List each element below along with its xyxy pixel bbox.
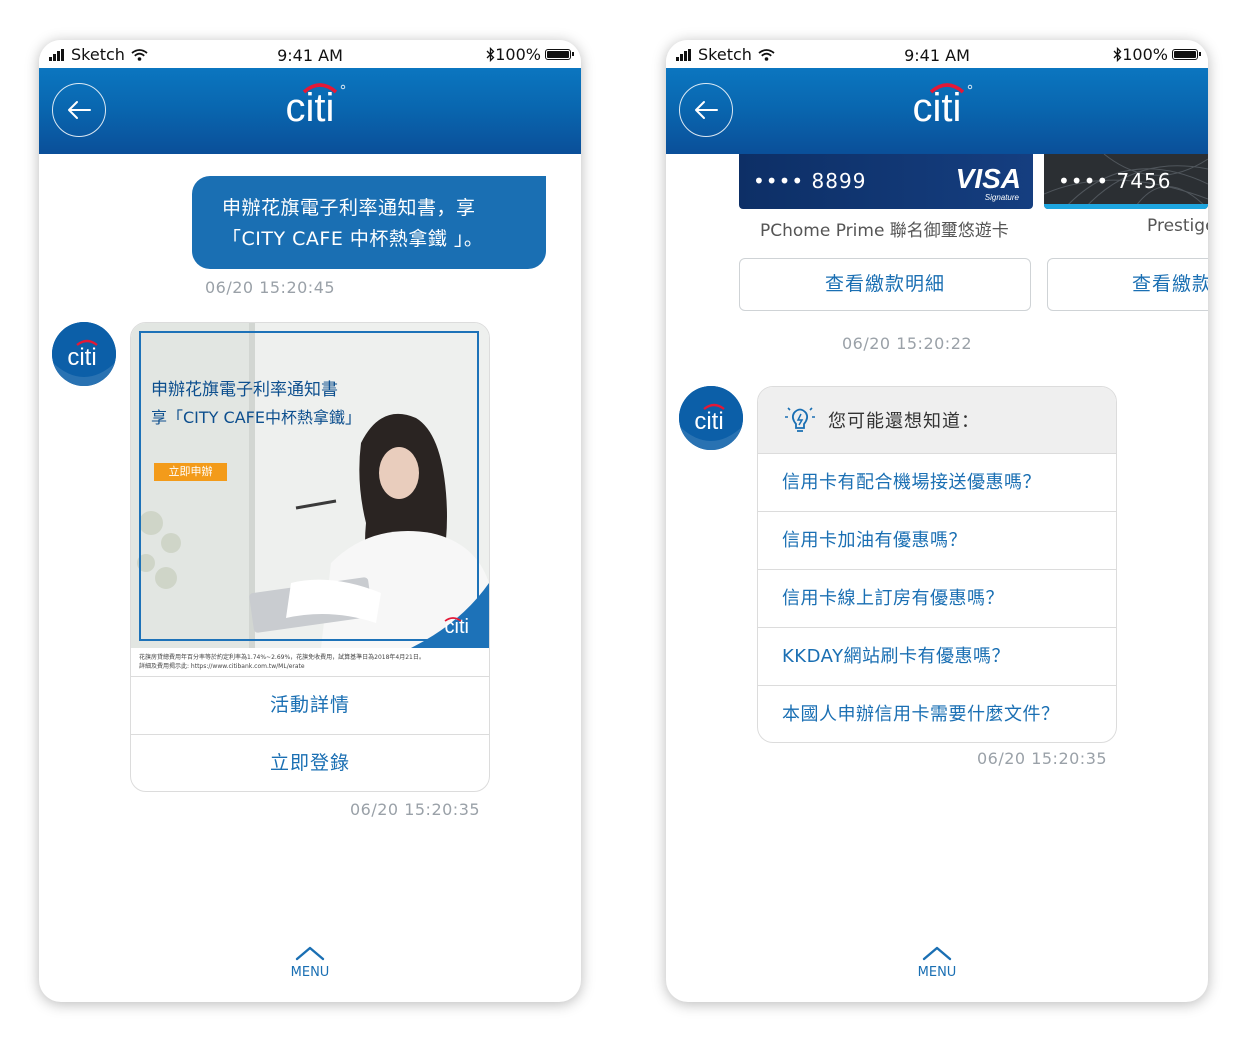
- phone-screen-right: Sketch 9:41 AM 100% citi •••• 8899 VISA …: [666, 40, 1208, 1002]
- bluetooth-icon: [1113, 47, 1122, 62]
- user-message-line1: 申辦花旗電子利率通知書，享: [222, 197, 476, 219]
- register-now-button[interactable]: 立即登錄: [131, 734, 489, 791]
- promo-headline-2: 享「CITY CAFE中杯熱拿鐵」: [151, 408, 361, 427]
- promo-timestamp: 06/20 15:20:35: [350, 800, 481, 819]
- message-timestamp: 06/20 15:20:45: [205, 278, 336, 297]
- citi-logo: citi: [913, 83, 973, 130]
- chevron-up-icon: [295, 946, 325, 961]
- app-header: citi: [666, 68, 1208, 154]
- menu-button[interactable]: MENU: [666, 945, 1208, 980]
- promo-headline-1: 申辦花旗電子利率通知書: [151, 380, 338, 400]
- view-payment-details-button[interactable]: 查看繳款明細: [1047, 258, 1208, 311]
- user-message-line2: 「CITY CAFE 中杯熱拿鐵 」。: [222, 228, 484, 250]
- promo-card: citi 申辦花旗電子利率通知書 享「CITY CAFE中杯熱拿鐵」 立即申辦 …: [130, 322, 490, 792]
- suggestions-timestamp: 06/20 15:20:35: [977, 749, 1108, 768]
- battery-icon: [545, 49, 574, 60]
- fine-print-line2: 詳細及費用揭示此: https://www.citibank.com.tw/ML…: [139, 663, 305, 670]
- card-name: PChome Prime 聯名御璽悠遊卡: [760, 221, 1009, 241]
- suggestions-card: 您可能還想知道： 信用卡有配合機場接送優惠嗎？ 信用卡加油有優惠嗎？ 信用卡線上…: [757, 386, 1117, 743]
- status-bar: Sketch 9:41 AM 100%: [39, 40, 581, 68]
- citi-avatar-logo: citi: [52, 322, 116, 386]
- app-header: citi: [39, 68, 581, 154]
- menu-button[interactable]: MENU: [39, 945, 581, 980]
- lightbulb-icon: [785, 407, 815, 432]
- citi-logo: citi: [286, 83, 346, 130]
- battery-percent: 100%: [1122, 45, 1168, 64]
- citi-avatar-logo: citi: [679, 386, 743, 450]
- visa-logo: VISA Signature: [956, 163, 1021, 202]
- suggestion-item[interactable]: 信用卡線上訂房有優惠嗎？: [758, 569, 1116, 626]
- suggestions-header: 您可能還想知道：: [758, 387, 1116, 453]
- bluetooth-icon: [486, 47, 495, 62]
- card-number: •••• 8899: [753, 169, 867, 193]
- battery-percent: 100%: [495, 45, 541, 64]
- credit-card-tile[interactable]: •••• 7456: [1044, 154, 1208, 209]
- fine-print-line1: 花旗房貸總費用年百分率等於約定利率為1.74%~2.69%，花旗免收費用，試算基…: [139, 654, 425, 661]
- credit-card-tile[interactable]: •••• 8899 VISA Signature: [739, 154, 1033, 209]
- svg-text:VISA: VISA: [956, 163, 1021, 194]
- suggestion-item[interactable]: KKDAY網站刷卡有優惠嗎？: [758, 627, 1116, 684]
- promo-fine-print: 花旗房貸總費用年百分率等於約定利率為1.74%~2.69%，花旗免收費用，試算基…: [139, 653, 479, 671]
- svg-text:citi: citi: [913, 86, 962, 130]
- menu-label: MENU: [917, 965, 957, 980]
- svg-text:citi: citi: [286, 86, 335, 130]
- suggestion-item[interactable]: 信用卡加油有優惠嗎？: [758, 511, 1116, 568]
- phone-screen-left: Sketch 9:41 AM 100% citi 申辦花旗電子利率通知書，享 「…: [39, 40, 581, 1002]
- card-number: •••• 7456: [1058, 169, 1172, 193]
- user-message-bubble: 申辦花旗電子利率通知書，享 「CITY CAFE 中杯熱拿鐵 」。: [192, 176, 546, 269]
- bot-avatar: citi: [679, 386, 743, 450]
- svg-text:citi: citi: [694, 408, 723, 435]
- suggestion-item[interactable]: 本國人申辦信用卡需要什麼文件？: [758, 685, 1116, 742]
- card-name: Prestige: [1147, 216, 1208, 236]
- svg-text:citi: citi: [67, 344, 96, 371]
- promo-image[interactable]: citi 申辦花旗電子利率通知書 享「CITY CAFE中杯熱拿鐵」 立即申辦: [131, 323, 489, 648]
- chevron-up-icon: [922, 946, 952, 961]
- status-bar: Sketch 9:41 AM 100%: [666, 40, 1208, 68]
- activity-details-button[interactable]: 活動詳情: [131, 676, 489, 734]
- view-payment-details-button[interactable]: 查看繳款明細: [739, 258, 1031, 311]
- suggestions-title: 您可能還想知道：: [828, 411, 980, 432]
- svg-text:Signature: Signature: [985, 193, 1020, 202]
- battery-icon: [1172, 49, 1201, 60]
- promo-apply-button[interactable]: 立即申辦: [154, 463, 227, 481]
- bot-avatar: citi: [52, 322, 116, 386]
- cards-timestamp: 06/20 15:20:22: [842, 334, 973, 353]
- suggestion-item[interactable]: 信用卡有配合機場接送優惠嗎？: [758, 453, 1116, 510]
- menu-label: MENU: [290, 965, 330, 980]
